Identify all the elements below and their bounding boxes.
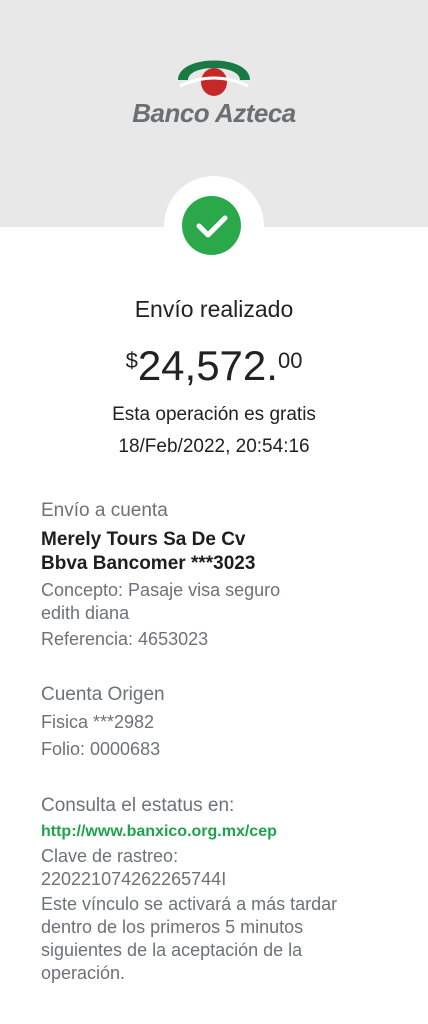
tracking-label: Consulta el estatus en: xyxy=(41,795,235,816)
destination-section: Envío a cuenta Merely Tours Sa De Cv Bbv… xyxy=(41,499,381,651)
tracking-note-line: siguientes de la aceptación de la xyxy=(41,940,303,960)
tracking-section: Consulta el estatus en: http://www.banxi… xyxy=(41,794,381,985)
fee-note: Esta operación es gratis xyxy=(112,404,316,425)
destination-label: Envío a cuenta xyxy=(41,500,168,521)
amount-integer: 24,572. xyxy=(137,342,278,389)
amount: $24,572.00 xyxy=(0,342,428,390)
origin-label: Cuenta Origen xyxy=(41,684,165,705)
recipient-bank-account: Bbva Bancomer ***3023 xyxy=(41,553,256,574)
brand-name: Banco Azteca xyxy=(132,98,296,128)
tracking-key-label: Clave de rastreo: xyxy=(41,846,179,866)
origin-section: Cuenta Origen Fisica ***2982 Folio: 0000… xyxy=(41,683,381,761)
reference: Referencia: 4653023 xyxy=(41,629,209,649)
banco-azteca-logo xyxy=(0,40,428,98)
concept-line-2: edith diana xyxy=(41,603,130,623)
banxico-cep-link[interactable]: http://www.banxico.org.mx/cep xyxy=(41,820,381,844)
recipient-name: Merely Tours Sa De Cv xyxy=(41,529,246,550)
tracking-note-line: operación. xyxy=(41,963,126,983)
tracking-key-value: 220221074262265744I xyxy=(41,869,227,889)
check-icon xyxy=(182,196,241,255)
concept-line-1: Concepto: Pasaje visa seguro xyxy=(41,580,281,600)
amount-decimals: 00 xyxy=(277,348,303,373)
folio: Folio: 0000683 xyxy=(41,739,161,759)
amount-currency: $ xyxy=(125,348,138,373)
tracking-note-line: Este vínculo se activará a más tardar xyxy=(41,894,338,914)
transaction-datetime: 18/Feb/2022, 20:54:16 xyxy=(118,436,310,457)
status-title: Envío realizado xyxy=(134,296,294,322)
tracking-note-line: dentro de los primeros 5 minutos xyxy=(41,917,304,937)
origin-account: Fisica ***2982 xyxy=(41,712,155,732)
status-badge xyxy=(164,176,264,276)
